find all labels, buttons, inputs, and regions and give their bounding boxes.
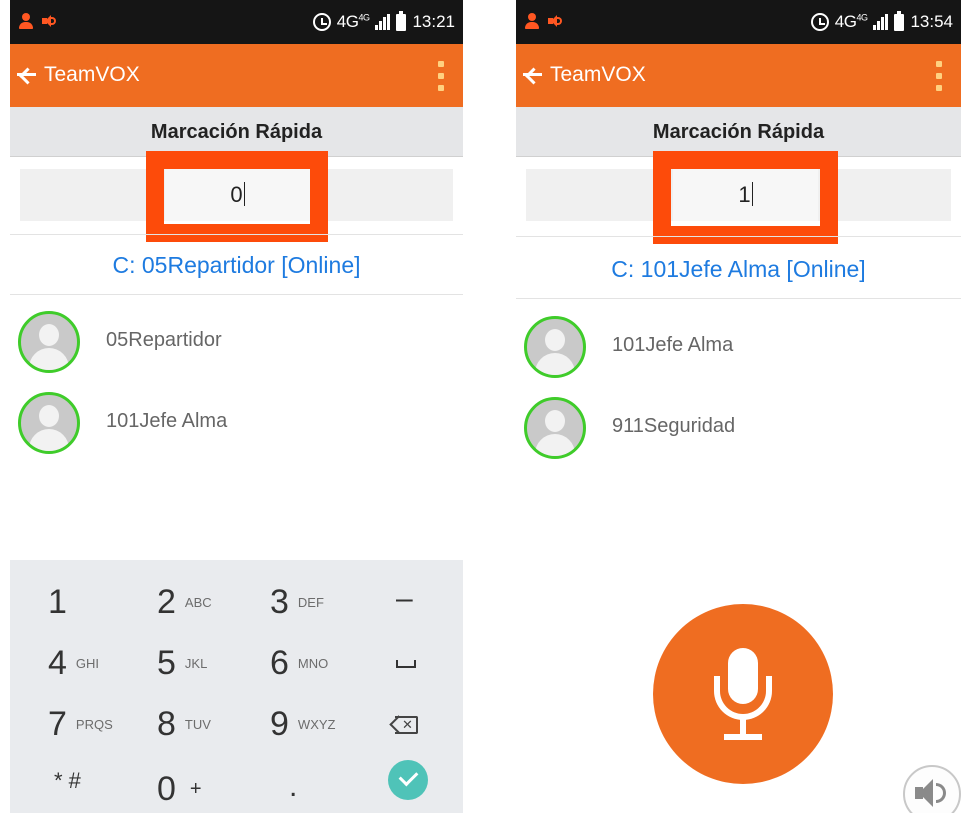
divider — [516, 236, 961, 237]
push-to-talk-button[interactable] — [653, 604, 833, 784]
page-title: Marcación Rápida — [516, 107, 961, 157]
divider — [10, 294, 463, 295]
key-5[interactable]: 5 JKL — [157, 633, 267, 693]
divider — [516, 298, 961, 299]
status-time: 13:54 — [910, 12, 953, 31]
back-arrow-icon[interactable] — [520, 63, 544, 87]
contact-name: 101Jefe Alma — [612, 334, 734, 356]
signal-icon — [375, 14, 391, 30]
key-9[interactable]: 9 WXYZ — [270, 694, 380, 754]
numeric-keypad: 1 2 ABC 3 DEF – 4 GHI 5 JKL 6 MNO 7 PRQS 8 TUV … — [10, 560, 463, 813]
current-contact-status: C: 101Jefe Alma [Online] — [611, 256, 866, 282]
person-notification-icon — [18, 13, 34, 31]
key-6[interactable]: 6 MNO — [270, 633, 380, 693]
app-bar: TeamVOX — [516, 44, 961, 107]
app-bar: TeamVOX — [10, 44, 463, 107]
speaker-icon[interactable] — [903, 765, 961, 813]
app-title: TeamVOX — [550, 63, 646, 86]
key-dash[interactable]: – — [396, 582, 413, 616]
battery-icon — [894, 10, 905, 31]
contact-name: 05Repartidor — [106, 329, 222, 351]
key-dot[interactable]: . — [289, 770, 297, 804]
highlight-box — [146, 151, 328, 242]
backspace-icon[interactable]: ✕ — [389, 715, 418, 734]
key-2[interactable]: 2 ABC — [157, 572, 267, 632]
key-star-hash[interactable]: * # — [54, 768, 81, 794]
network-type: 4G4G — [834, 12, 868, 31]
space-key-icon[interactable] — [396, 660, 416, 668]
alarm-icon — [810, 13, 829, 31]
key-7[interactable]: 7 PRQS — [48, 694, 158, 754]
contact-item[interactable]: 101Jefe Alma — [524, 316, 924, 380]
contact-item[interactable]: 05Repartidor — [18, 311, 418, 375]
overflow-menu-icon[interactable] — [935, 61, 943, 91]
avatar-icon — [18, 311, 80, 373]
status-bar: 4G4G 13:21 — [10, 0, 463, 44]
status-bar: 4G4G 13:54 — [516, 0, 961, 44]
alarm-icon — [312, 13, 331, 31]
status-time: 13:21 — [412, 12, 455, 31]
page-title: Marcación Rápida — [10, 107, 463, 157]
app-title: TeamVOX — [44, 63, 140, 86]
volume-icon — [548, 14, 562, 28]
avatar-icon — [18, 392, 80, 454]
highlight-box — [653, 151, 838, 244]
network-type: 4G4G — [336, 12, 370, 31]
contact-name: 101Jefe Alma — [106, 410, 228, 432]
overflow-menu-icon[interactable] — [437, 61, 445, 91]
avatar-icon — [524, 316, 586, 378]
current-contact-status: C: 05Repartidor [Online] — [112, 252, 361, 278]
checkmark-icon[interactable] — [388, 760, 428, 800]
contact-name: 911Seguridad — [612, 415, 736, 437]
microphone-icon — [710, 648, 776, 748]
contact-item[interactable]: 101Jefe Alma — [18, 392, 418, 456]
volume-icon — [42, 14, 56, 28]
key-4[interactable]: 4 GHI — [48, 633, 158, 693]
key-0[interactable]: 0 + — [157, 759, 267, 813]
phone-screen-right: 4G4G 13:54 TeamVOX Marcación Rápida 1 C:… — [516, 0, 961, 813]
person-notification-icon — [524, 13, 540, 31]
divider — [10, 234, 463, 235]
key-8[interactable]: 8 TUV — [157, 694, 267, 754]
signal-icon — [873, 14, 889, 30]
contact-item[interactable]: 911Seguridad — [524, 397, 924, 461]
avatar-icon — [524, 397, 586, 459]
phone-screen-left: 4G4G 13:21 TeamVOX Marcación Rápida 0 C:… — [10, 0, 463, 813]
key-3[interactable]: 3 DEF — [270, 572, 380, 632]
battery-icon — [396, 10, 407, 31]
back-arrow-icon[interactable] — [14, 63, 38, 87]
key-1[interactable]: 1 — [48, 572, 158, 632]
